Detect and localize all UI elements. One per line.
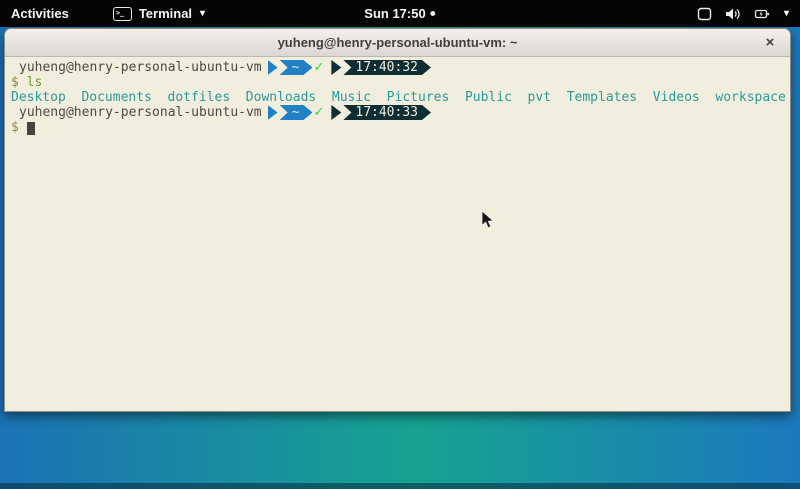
powerline-arrow-icon xyxy=(331,60,341,75)
command-text: ls xyxy=(27,75,43,90)
ls-output-line: Desktop Documents dotfiles Downloads Mus… xyxy=(11,90,790,105)
desktop-bottom-edge xyxy=(0,483,800,489)
mouse-cursor-icon xyxy=(481,210,495,230)
prompt-symbol: $ xyxy=(11,75,19,90)
prompt-path-segment: ~ xyxy=(280,60,313,75)
terminal-app-icon: >_ xyxy=(113,7,132,21)
powerline-arrow-icon xyxy=(268,60,278,75)
terminal-window: yuheng@henry-personal-ubuntu-vm: ~ × yuh… xyxy=(4,28,791,412)
prompt-line: yuheng@henry-personal-ubuntu-vm ~ ✓ 17:4… xyxy=(11,105,790,120)
chevron-down-icon: ▾ xyxy=(784,9,789,19)
command-line: $ ls xyxy=(11,75,790,90)
app-menu-label: Terminal xyxy=(139,6,192,21)
clock-menu[interactable]: Sun 17:50 xyxy=(355,0,444,27)
prompt-time-segment: 17:40:32 xyxy=(343,60,431,75)
titlebar[interactable]: yuheng@henry-personal-ubuntu-vm: ~ × xyxy=(5,29,790,57)
window-title: yuheng@henry-personal-ubuntu-vm: ~ xyxy=(278,35,518,50)
prompt-line: yuheng@henry-personal-ubuntu-vm ~ ✓ 17:4… xyxy=(11,60,790,75)
status-check-icon: ✓ xyxy=(313,60,324,75)
prompt-path-segment: ~ xyxy=(280,105,313,120)
powerline-arrow-icon xyxy=(331,105,341,120)
clock-label: Sun 17:50 xyxy=(364,6,425,21)
system-menu[interactable]: ▾ xyxy=(688,0,798,27)
powerline-arrow-icon xyxy=(268,105,278,120)
notification-dot-icon xyxy=(431,11,436,16)
activities-button[interactable]: Activities xyxy=(2,0,78,27)
volume-icon xyxy=(725,7,741,21)
status-check-icon: ✓ xyxy=(313,105,324,120)
chevron-down-icon: ▾ xyxy=(200,9,205,19)
top-bar: Activities >_ Terminal ▾ Sun 17:50 xyxy=(0,0,800,27)
prompt-user-host: yuheng@henry-personal-ubuntu-vm xyxy=(19,105,262,120)
text-cursor xyxy=(27,122,35,135)
terminal-screen[interactable]: yuheng@henry-personal-ubuntu-vm ~ ✓ 17:4… xyxy=(5,57,790,412)
battery-charging-icon xyxy=(754,7,770,21)
prompt-symbol: $ xyxy=(11,120,19,135)
prompt-time-segment: 17:40:33 xyxy=(343,105,431,120)
close-button[interactable]: × xyxy=(761,33,779,51)
screen-icon xyxy=(697,7,712,21)
prompt-user-host: yuheng@henry-personal-ubuntu-vm xyxy=(19,60,262,75)
app-menu-terminal[interactable]: >_ Terminal ▾ xyxy=(104,0,214,27)
input-line: $ xyxy=(11,120,790,135)
